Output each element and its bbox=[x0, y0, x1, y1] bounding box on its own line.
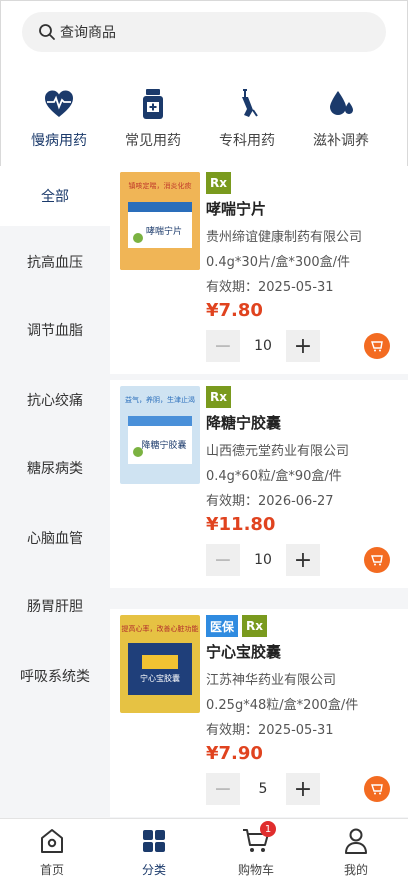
minus-button[interactable]: − bbox=[206, 773, 240, 805]
product-expiry: 有效期：2025-05-31 bbox=[206, 280, 334, 295]
pack-text: 哮喘宁片 bbox=[146, 225, 182, 237]
product-card[interactable]: 提高心率，改善心脏功能 宁心宝胶囊 医保 Rx 宁心宝胶囊 江苏神华药业有限公司… bbox=[110, 609, 408, 817]
plus-button[interactable]: + bbox=[286, 773, 320, 805]
sidebar-item-diabetes[interactable]: 糖尿病类 bbox=[0, 438, 110, 498]
plus-button[interactable]: + bbox=[286, 330, 320, 362]
pack-banner: 镇咳定喘，消炎化痰 bbox=[129, 181, 192, 190]
heart-pulse-icon bbox=[45, 90, 73, 117]
product-list: 镇咳定喘，消炎化痰 哮喘宁片 Rx 哮喘宁片 贵州缔谊健康制药有限公司 0.4g… bbox=[110, 166, 408, 818]
tab-chronic[interactable]: 慢病用药 bbox=[14, 86, 104, 156]
quantity-value[interactable]: 10 bbox=[240, 330, 286, 362]
search-icon bbox=[39, 24, 55, 40]
user-icon bbox=[345, 828, 367, 854]
pack-banner: 提高心率，改善心脏功能 bbox=[122, 624, 199, 633]
nav-label: 我的 bbox=[343, 863, 368, 877]
sidebar-item-angina[interactable]: 抗心绞痛 bbox=[0, 370, 110, 430]
product-price: ¥7.90 bbox=[206, 743, 263, 764]
product-company: 贵州缔谊健康制药有限公司 bbox=[206, 230, 363, 245]
product-name[interactable]: 哮喘宁片 bbox=[206, 198, 266, 219]
badge-group: Rx bbox=[206, 386, 231, 408]
pack-banner: 益气，养阴，生津止渴 bbox=[125, 395, 195, 404]
pill-bottle-icon bbox=[143, 89, 163, 119]
badge-group: Rx bbox=[206, 172, 231, 194]
injection-icon bbox=[242, 89, 258, 117]
product-name[interactable]: 降糖宁胶囊 bbox=[206, 412, 281, 433]
quantity-stepper: − 10 + bbox=[206, 544, 322, 576]
rx-badge: Rx bbox=[206, 386, 231, 408]
cart-icon bbox=[371, 555, 383, 566]
tab-common[interactable]: 常见用药 bbox=[108, 86, 198, 156]
tab-label: 专科用药 bbox=[219, 133, 275, 149]
product-card[interactable]: 镇咳定喘，消炎化痰 哮喘宁片 Rx 哮喘宁片 贵州缔谊健康制药有限公司 0.4g… bbox=[110, 166, 408, 374]
product-expiry: 有效期：2026-06-27 bbox=[206, 494, 334, 509]
sidebar-item-digestive[interactable]: 肠胃肝胆 bbox=[0, 576, 110, 636]
tab-nourish[interactable]: 滋补调养 bbox=[296, 86, 386, 156]
search-input[interactable]: 查询商品 bbox=[22, 12, 386, 52]
product-company: 江苏神华药业有限公司 bbox=[206, 673, 337, 688]
nav-label: 购物车 bbox=[237, 863, 274, 877]
sidebar-item-lipids[interactable]: 调节血脂 bbox=[0, 300, 110, 360]
add-to-cart-button[interactable] bbox=[364, 333, 390, 359]
cart-icon bbox=[371, 341, 383, 352]
pack-text: 宁心宝胶囊 bbox=[140, 673, 180, 683]
search-placeholder: 查询商品 bbox=[60, 25, 116, 41]
bottom-nav: 首页 分类 1 购物车 我的 bbox=[0, 818, 408, 883]
home-icon bbox=[41, 829, 63, 853]
product-image[interactable]: 镇咳定喘，消炎化痰 哮喘宁片 bbox=[120, 172, 200, 270]
product-card[interactable]: 益气，养阴，生津止渴 降糖宁胶囊 Rx 降糖宁胶囊 山西德元堂药业有限公司 0.… bbox=[110, 380, 408, 588]
nav-home[interactable]: 首页 bbox=[12, 825, 92, 881]
quantity-stepper: − 5 + bbox=[206, 773, 322, 805]
add-to-cart-button[interactable] bbox=[364, 776, 390, 802]
nav-cart[interactable]: 1 购物车 bbox=[216, 821, 296, 881]
product-name[interactable]: 宁心宝胶囊 bbox=[206, 641, 281, 662]
medical-insurance-badge: 医保 bbox=[206, 615, 239, 637]
nav-label: 分类 bbox=[141, 863, 166, 877]
pack-text: 降糖宁胶囊 bbox=[141, 439, 186, 451]
tab-label: 滋补调养 bbox=[313, 133, 369, 149]
product-image[interactable]: 提高心率，改善心脏功能 宁心宝胶囊 bbox=[120, 615, 200, 713]
sidebar-item-respiratory[interactable]: 呼吸系统类 bbox=[0, 646, 110, 706]
badge-group: 医保 Rx bbox=[206, 615, 267, 637]
product-expiry: 有效期：2025-05-31 bbox=[206, 723, 334, 738]
product-price: ¥11.80 bbox=[206, 514, 276, 535]
add-to-cart-button[interactable] bbox=[364, 547, 390, 573]
sidebar: 全部 抗高血压 调节血脂 抗心绞痛 糖尿病类 心脑血管 肠胃肝胆 呼吸系统类 bbox=[0, 166, 110, 818]
category-tabs: 慢病用药 常见用药 专科用药 滋补调养 bbox=[0, 86, 408, 156]
sidebar-item-hypertension[interactable]: 抗高血压 bbox=[0, 232, 110, 292]
nav-profile[interactable]: 我的 bbox=[316, 825, 396, 881]
cart-count-badge: 1 bbox=[260, 821, 276, 837]
quantity-stepper: − 10 + bbox=[206, 330, 322, 362]
tab-label: 常见用药 bbox=[125, 133, 181, 149]
sidebar-item-cardio[interactable]: 心脑血管 bbox=[0, 508, 110, 568]
quantity-value[interactable]: 10 bbox=[240, 544, 286, 576]
minus-button[interactable]: − bbox=[206, 544, 240, 576]
product-spec: 0.4g*60粒/盒*90盒/件 bbox=[206, 469, 342, 484]
category-icon bbox=[143, 830, 165, 852]
plus-button[interactable]: + bbox=[286, 544, 320, 576]
drop-icon bbox=[330, 91, 353, 115]
product-price: ¥7.80 bbox=[206, 300, 263, 321]
nav-label: 首页 bbox=[39, 863, 64, 877]
minus-button[interactable]: − bbox=[206, 330, 240, 362]
tab-specialty[interactable]: 专科用药 bbox=[202, 86, 292, 156]
product-image[interactable]: 益气，养阴，生津止渴 降糖宁胶囊 bbox=[120, 386, 200, 484]
product-spec: 0.4g*30片/盒*300盒/件 bbox=[206, 255, 351, 270]
cart-icon bbox=[371, 784, 383, 795]
sidebar-item-all[interactable]: 全部 bbox=[0, 166, 110, 226]
rx-badge: Rx bbox=[242, 615, 267, 637]
quantity-value[interactable]: 5 bbox=[240, 773, 286, 805]
product-spec: 0.25g*48粒/盒*200盒/件 bbox=[206, 698, 359, 713]
rx-badge: Rx bbox=[206, 172, 231, 194]
tab-label: 慢病用药 bbox=[31, 133, 87, 149]
product-company: 山西德元堂药业有限公司 bbox=[206, 444, 350, 459]
nav-category[interactable]: 分类 bbox=[114, 825, 194, 881]
